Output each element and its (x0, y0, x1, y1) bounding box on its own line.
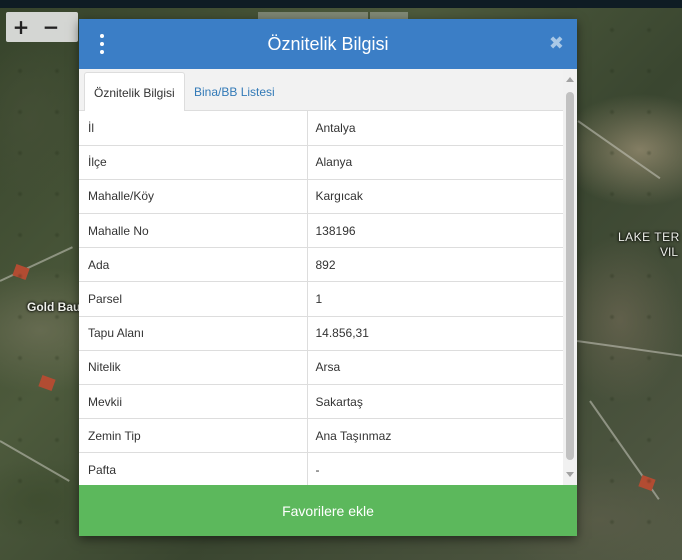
attribute-value: Kargıcak (307, 179, 563, 215)
attribute-key: Parsel (79, 281, 308, 317)
attribute-key: Mahalle/Köy (79, 179, 308, 215)
map-top-bar (0, 0, 682, 8)
map-road (0, 246, 73, 282)
zoom-in-button[interactable]: + (6, 13, 36, 41)
table-row: Nitelik Arsa (79, 350, 563, 386)
attribute-key: Mevkii (79, 384, 308, 420)
tab-attribute-info[interactable]: Öznitelik Bilgisi (84, 72, 185, 112)
tab-building-list[interactable]: Bina/BB Listesi (185, 72, 284, 112)
map-road (576, 340, 682, 358)
dialog-title: Öznitelik Bilgisi (267, 33, 389, 54)
map-road (577, 120, 661, 180)
building-roof (638, 474, 656, 492)
table-row: Ada 892 (79, 247, 563, 283)
map-label-gold: Gold Bau (27, 300, 81, 314)
table-row: Parsel 1 (79, 281, 563, 317)
table-row: Tapu Alanı 14.856,31 (79, 316, 563, 351)
add-to-favorites-button[interactable]: Favorilere ekle (79, 485, 577, 536)
zoom-controls: + − (6, 12, 78, 42)
close-icon[interactable]: ✖ (549, 33, 564, 54)
attribute-key: İl (79, 111, 308, 146)
map-road (0, 440, 70, 482)
attribute-value: 1 (307, 281, 563, 317)
kebab-menu-icon[interactable] (98, 34, 106, 54)
dialog-header: Öznitelik Bilgisi ✖ (79, 19, 577, 69)
attribute-value: 892 (307, 247, 563, 283)
table-row: Pafta - (79, 452, 563, 485)
attribute-value: Arsa (307, 350, 563, 386)
attribute-value: - (307, 452, 563, 485)
attribute-key: Mahalle No (79, 213, 308, 249)
attribute-key: İlçe (79, 145, 308, 180)
add-to-favorites-label: Favorilere ekle (282, 502, 374, 519)
map-road (589, 400, 660, 500)
table-row: Mahalle No 138196 (79, 213, 563, 249)
map-label-lake-2: VIL (660, 245, 679, 259)
attribute-value: Antalya (307, 111, 563, 146)
attribute-info-dialog: Öznitelik Bilgisi ✖ Öznitelik Bilgisi Bi… (79, 19, 577, 536)
table-row: İlçe Alanya (79, 145, 563, 180)
map-label-lake: LAKE TER (618, 230, 680, 244)
attribute-key: Ada (79, 247, 308, 283)
attribute-value: Ana Taşınmaz (307, 418, 563, 454)
table-row: Mevkii Sakartaş (79, 384, 563, 420)
attribute-key: Zemin Tip (79, 418, 308, 454)
zoom-out-button[interactable]: − (36, 13, 66, 41)
table-row: Zemin Tip Ana Taşınmaz (79, 418, 563, 454)
attribute-value: 14.856,31 (307, 316, 563, 351)
attribute-value: Alanya (307, 145, 563, 180)
building-roof (12, 263, 30, 281)
attribute-value: 138196 (307, 213, 563, 249)
attribute-value: Sakartaş (307, 384, 563, 420)
attribute-key: Tapu Alanı (79, 316, 308, 351)
scrollbar[interactable] (563, 69, 577, 485)
table-row: İl Antalya (79, 111, 563, 146)
tab-bar: Öznitelik Bilgisi Bina/BB Listesi (79, 69, 563, 112)
scroll-up-icon[interactable] (566, 77, 574, 82)
scroll-down-icon[interactable] (566, 472, 574, 477)
attribute-key: Nitelik (79, 350, 308, 386)
dialog-body[interactable]: Öznitelik Bilgisi Bina/BB Listesi İl Anta… (79, 69, 577, 485)
table-row: Mahalle/Köy Kargıcak (79, 179, 563, 215)
attribute-key: Pafta (79, 452, 308, 485)
attribute-table: İl Antalya İlçe Alanya Mahalle/Köy Kargıcak Ma… (79, 111, 563, 485)
scrollbar-thumb[interactable] (566, 92, 574, 460)
building-roof (38, 374, 56, 392)
